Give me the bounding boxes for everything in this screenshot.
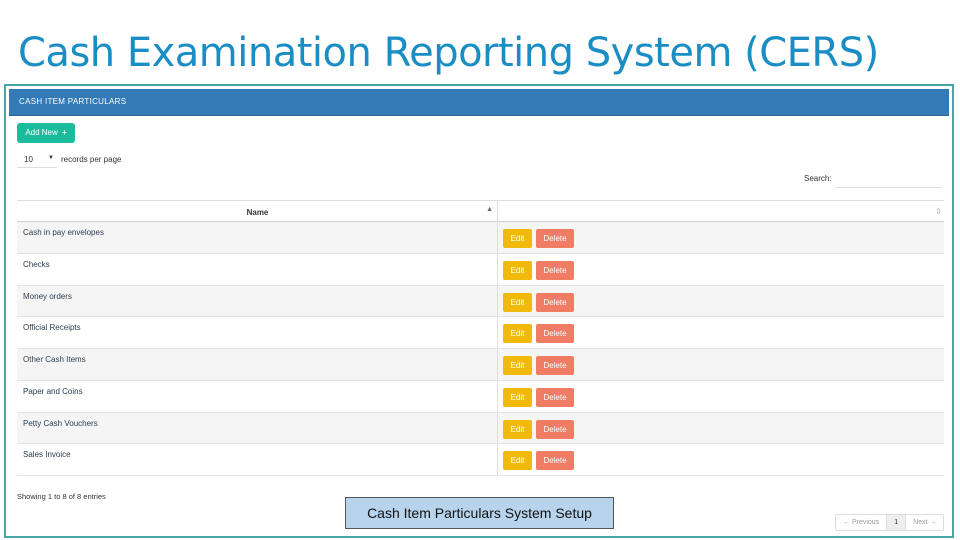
previous-page-button[interactable]: ← Previous [836,515,888,530]
next-page-button[interactable]: Next → [906,515,943,530]
add-new-label: Add New [25,128,58,137]
delete-button[interactable]: Delete [536,419,574,439]
name-cell: Paper and Coins [17,380,498,412]
item-name: Checks [23,259,50,269]
edit-button[interactable]: Edit [503,387,532,407]
name-cell: Other Cash Items [17,349,498,380]
table-row: Other Cash Items Edit Delete [17,349,944,381]
edit-button[interactable]: Edit [503,451,532,471]
item-name: Paper and Coins [23,386,83,396]
table-row: Cash in pay envelopes Edit Delete [17,222,944,254]
delete-button[interactable]: Delete [536,292,574,312]
sort-both-icon[interactable]: ⇕ [935,207,942,216]
table-row: Sales Invoice Edit Delete [17,444,944,476]
records-per-page-select[interactable]: 10 ▼ [17,152,57,168]
panel-header: CASH ITEM PARTICULARS [9,89,949,116]
item-name: Other Cash Items [23,355,86,364]
delete-button[interactable]: Delete [536,387,574,407]
slide-title: Cash Examination Reporting System (CERS) [18,30,879,76]
search-label: Search: [804,174,832,183]
table-row: Official Receipts Edit Delete [17,317,944,349]
name-cell: Cash in pay envelopes [17,222,498,253]
cash-items-table: Name ▲ ⇕ Cash in pay envelopes Edit Dele… [17,200,944,476]
name-cell: Sales Invoice [17,444,498,475]
item-name: Sales Invoice [23,450,71,460]
table-info: Showing 1 to 8 of 8 entries [17,492,106,501]
sort-ascending-icon: ▲ [486,206,493,213]
search-input[interactable] [836,168,942,188]
delete-button[interactable]: Delete [536,229,574,248]
name-cell: Petty Cash Vouchers [17,412,498,444]
delete-button[interactable]: Delete [536,324,574,344]
delete-button[interactable]: Delete [536,451,574,471]
panel-title: CASH ITEM PARTICULARS [19,97,127,106]
plus-icon: + [62,128,67,137]
name-column-header[interactable]: Name ▲ [17,201,498,223]
records-per-page-label: records per page [61,155,122,164]
table-header: Name ▲ ⇕ [17,200,944,223]
item-name: Official Receipts [23,323,81,333]
edit-button[interactable]: Edit [503,356,532,375]
name-cell: Official Receipts [17,317,498,348]
records-per-page-value: 10 [24,155,33,164]
pagination: ← Previous 1 Next → [835,514,945,531]
item-name: Petty Cash Vouchers [23,418,98,428]
name-cell: Money orders [17,285,498,317]
caret-down-icon: ▼ [48,155,54,161]
app-window: CASH ITEM PARTICULARS Add New + 10 ▼ rec… [4,84,954,538]
table-row: Petty Cash Vouchers Edit Delete [17,412,944,445]
page-1-button[interactable]: 1 [887,515,907,530]
table-row: Money orders Edit Delete [17,285,944,318]
table-row: Checks Edit Delete [17,253,944,286]
edit-button[interactable]: Edit [503,292,532,312]
slide-caption: Cash Item Particulars System Setup [345,497,614,529]
item-name: Cash in pay envelopes [23,228,104,237]
add-new-button[interactable]: Add New + [17,123,75,143]
table-row: Paper and Coins Edit Delete [17,380,944,413]
name-header-label: Name [246,208,269,217]
delete-button[interactable]: Delete [536,356,574,375]
edit-button[interactable]: Edit [503,324,532,344]
edit-button[interactable]: Edit [503,419,532,439]
delete-button[interactable]: Delete [536,260,574,280]
name-cell: Checks [17,253,498,285]
edit-button[interactable]: Edit [503,260,532,280]
item-name: Money orders [23,291,72,301]
edit-button[interactable]: Edit [503,229,532,248]
